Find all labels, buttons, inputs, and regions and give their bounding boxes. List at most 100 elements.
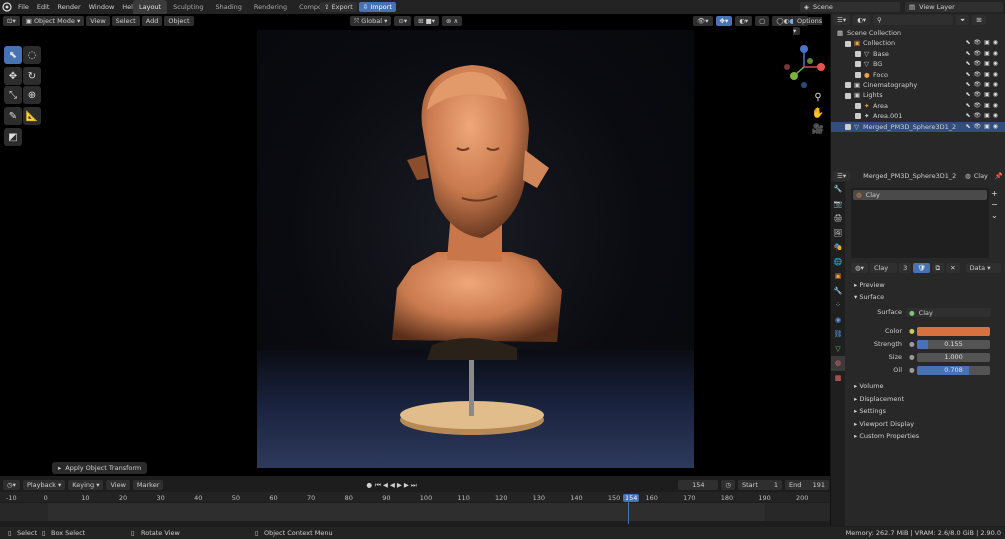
outliner-checkbox-icon[interactable] [845,82,851,89]
view-layer-tab-icon[interactable]: 🖼 [831,226,845,241]
timeline-menu-playback[interactable]: Playback ▾ [22,480,66,490]
pan-hand-icon[interactable]: ✋ [811,106,825,120]
outliner-checkbox-icon[interactable] [845,40,851,47]
select-circle-icon[interactable]: ◌ [23,46,41,64]
outliner-row[interactable]: ▣ Cinematography ⬉👁▣◉ [831,80,1005,90]
tab-layout[interactable]: Layout [133,0,168,14]
material-slot-list[interactable]: ◍ Clay [851,188,989,258]
section-collapsed[interactable]: ▸ Displacement [848,393,904,406]
particles-tab-icon[interactable]: ⁘ [831,298,845,313]
outliner-checkbox-icon[interactable] [845,123,851,130]
editor-type-button[interactable]: ⊡▾ [3,16,20,26]
prop-slider-field[interactable]: 0.155 [917,340,990,349]
outliner[interactable]: ▦ Scene Collection ▣ Collection ⬉👁▣◉ ▽ Base ⬉… [831,28,1005,140]
scale-tool-icon[interactable]: ⤡ [4,86,22,104]
measure-tool-icon[interactable]: 📐 [23,107,41,125]
material-slot-item[interactable]: ◍ Clay [853,190,987,200]
color-swatch[interactable] [917,327,990,336]
link-dropdown[interactable]: Data ▾ [965,263,1001,273]
object-mode-dropdown[interactable]: ▣ Object Mode ▾ [21,16,85,26]
playback-controls[interactable]: ⏮◀◀▶▶⏭ [375,481,419,490]
outliner-visibility-icons[interactable]: ⬉👁▣◉ [965,111,1001,121]
import-button[interactable]: ⇩ Import [358,2,396,12]
move-tool-icon[interactable]: ✥ [4,67,22,85]
select-tool-icon[interactable]: ⬉ [4,46,22,64]
outliner-row[interactable]: ● Foco ⬉👁▣◉ [831,70,1005,80]
viewport-menu-view[interactable]: View [86,16,110,26]
outliner-visibility-icons[interactable]: ⬉👁▣◉ [965,38,1001,48]
menu-window[interactable]: Window [85,0,119,14]
prop-slider-field[interactable]: 1.000 [917,353,990,362]
outliner-checkbox-icon[interactable] [855,71,861,78]
duplicate-material-icon[interactable]: ⧉ [931,263,945,273]
outliner-visibility-icons[interactable]: ⬉👁▣◉ [965,59,1001,69]
outliner-visibility-icons[interactable]: ⬉👁▣◉ [965,122,1001,132]
section-collapsed[interactable]: ▸ Settings [848,405,886,418]
preview-range-icon[interactable]: ◷ [721,480,735,490]
pivot-point-button[interactable]: ⊙▾ [394,16,412,26]
section-collapsed[interactable]: ▸ Volume [848,380,884,393]
outliner-display-mode-button[interactable]: ◐▾ [853,15,871,25]
material-name-field[interactable]: Clay [869,263,898,273]
menu-render[interactable]: Render [53,0,84,14]
visibility-button[interactable]: 👁▾ [693,16,713,26]
tool-tab-icon[interactable]: 🔧 [831,182,845,197]
overlays-button[interactable]: ◐▾ [735,16,753,26]
timeline-editor-type-button[interactable]: ◷▾ [3,480,20,490]
section-preview[interactable]: ▸ Preview [848,279,885,292]
outliner-visibility-icons[interactable]: ⬉👁▣◉ [965,90,1001,100]
section-collapsed[interactable]: ▸ Custom Properties [848,430,919,443]
output-tab-icon[interactable]: 🖨 [831,211,845,226]
outliner-checkbox-icon[interactable] [845,92,851,99]
end-frame-field[interactable]: End 191 [785,480,829,490]
modifier-tab-icon[interactable]: 🔧 [831,284,845,299]
zoom-icon[interactable]: ⚲ [811,90,825,104]
object-tab-icon[interactable]: ▣ [831,269,845,284]
new-collection-button[interactable]: ⊞ [972,15,986,25]
scene-tab-icon[interactable]: 🎭 [831,240,845,255]
outliner-row[interactable]: ▽ BG ⬉👁▣◉ [831,59,1005,69]
xray-button[interactable]: ▢ [755,16,770,26]
outliner-row[interactable]: ✦ Area ⬉👁▣◉ [831,101,1005,111]
outliner-root[interactable]: ▦ Scene Collection [831,28,1005,38]
browse-material-button[interactable]: ◍▾ [851,263,868,273]
physics-tab-icon[interactable]: ◉ [831,313,845,328]
menu-file[interactable]: File [14,0,33,14]
menu-edit[interactable]: Edit [33,0,54,14]
outliner-filter-button[interactable]: ⏷ [956,15,970,25]
properties-editor-type-button[interactable]: ☰▾ [833,171,851,181]
export-button[interactable]: ⇪ Export [320,2,357,12]
tab-sculpting[interactable]: Sculpting [167,0,209,14]
outliner-row[interactable]: ▣ Collection ⬉👁▣◉ [831,38,1005,48]
texture-tab-icon[interactable]: ▩ [831,371,845,386]
outliner-checkbox-icon[interactable] [855,50,861,57]
fake-user-icon[interactable]: 🛡 [913,263,930,273]
surface-shader-field[interactable]: ● Clay [906,308,991,317]
pin-icon[interactable]: 📌 [995,172,1003,180]
playhead[interactable] [628,494,629,524]
slot-specials-button[interactable]: ⌄ [991,210,998,221]
outliner-visibility-icons[interactable]: ⬉👁▣◉ [965,70,1001,80]
annotate-tool-icon[interactable]: ✎ [4,107,22,125]
unlink-material-icon[interactable]: ✕ [946,263,960,273]
tab-shading[interactable]: Shading [209,0,247,14]
outliner-checkbox-icon[interactable] [855,61,861,68]
record-icon[interactable]: ● [366,481,372,489]
transform-tool-icon[interactable]: ⊕ [23,86,41,104]
timeline-menu-view[interactable]: View [106,480,130,490]
start-frame-field[interactable]: Start 1 [738,480,782,490]
material-tab-icon[interactable]: ◍ [831,356,845,371]
add-slot-button[interactable]: + [991,188,998,199]
outliner-visibility-icons[interactable]: ⬉👁▣◉ [965,49,1001,59]
camera-view-icon[interactable]: 🎥 [811,122,825,136]
outliner-visibility-icons[interactable]: ⬉👁▣◉ [965,101,1001,111]
material-users-count[interactable]: 3 [899,263,912,273]
remove-slot-button[interactable]: − [991,199,998,210]
view-layer-selector[interactable]: ▤ View Layer [905,2,1003,12]
outliner-row[interactable]: ✦ Area.001 ⬉👁▣◉ [831,111,1005,121]
data-tab-icon[interactable]: ▽ [831,342,845,357]
rotate-tool-icon[interactable]: ↻ [23,67,41,85]
outliner-editor-type-button[interactable]: ☰▾ [833,15,851,25]
proportional-edit-button[interactable]: ⊚ ∧ [442,16,463,26]
navigation-gizmo[interactable] [780,40,828,90]
